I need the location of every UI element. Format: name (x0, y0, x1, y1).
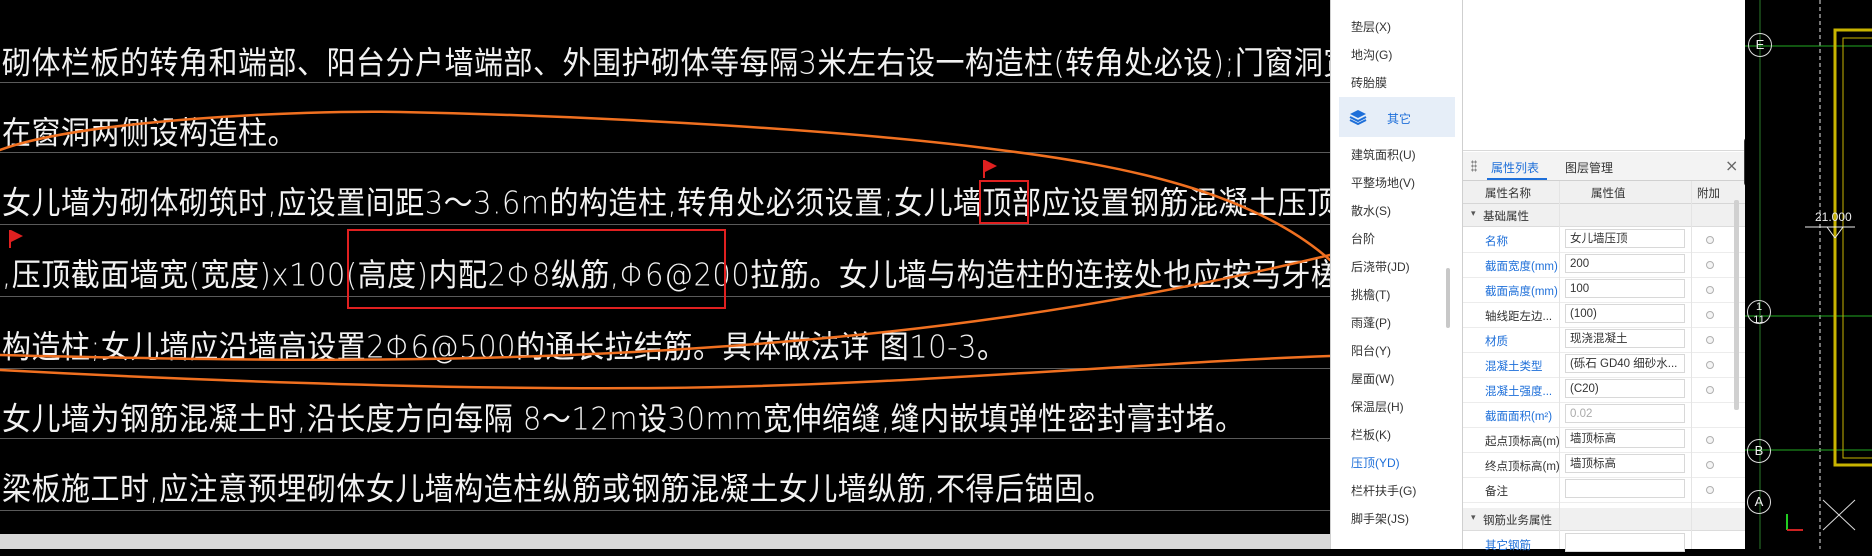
comp-item-zhuantaimo[interactable]: 砖胎膜 (1351, 74, 1387, 91)
tab-property-list[interactable]: 属性列表 (1491, 159, 1539, 176)
axis-label-e: E (1748, 33, 1772, 57)
prop-value-field[interactable]: 200 (1565, 254, 1685, 273)
component-sidebar: 垫层(X) 地沟(G) 砖胎膜 其它 建筑面积(U) 平整场地(V) 散水(S)… (1330, 0, 1463, 549)
comp-item[interactable]: 屋面(W) (1351, 370, 1394, 387)
prop-extra-checkbox[interactable] (1706, 236, 1714, 244)
prop-row-offset: 轴线距左边... (100) (1463, 302, 1746, 328)
comp-item-digou[interactable]: 地沟(G) (1351, 46, 1392, 63)
prop-value-field[interactable] (1565, 533, 1685, 552)
prop-extra-checkbox[interactable] (1706, 311, 1714, 319)
preview-area (1463, 0, 1746, 151)
comp-item[interactable]: 栏杆扶手(G) (1351, 482, 1416, 499)
prop-value-field[interactable]: (砾石 GD40 细砂水... (1565, 354, 1685, 373)
comp-item[interactable]: 保温层(H) (1351, 398, 1404, 415)
drawing-lines (1745, 0, 1872, 549)
sidebar-scrollbar[interactable] (1446, 268, 1450, 328)
prop-name: 混凝土类型 (1485, 361, 1543, 373)
comp-item[interactable]: 栏板(K) (1351, 426, 1391, 443)
bottom-status-strip (0, 534, 1330, 549)
section-rebar-properties[interactable]: ▾ 钢筋业务属性 (1463, 508, 1746, 531)
prop-row-material: 材质 现浇混凝土 (1463, 327, 1746, 353)
property-scrollbar[interactable] (1734, 200, 1739, 410)
comp-item[interactable]: 建筑面积(U) (1351, 146, 1416, 163)
axis-label-a: A (1747, 490, 1771, 514)
comp-item[interactable]: 平整场地(V) (1351, 174, 1415, 191)
prop-value-field[interactable]: 100 (1565, 279, 1685, 298)
prop-value-field: 0.02 (1565, 404, 1685, 423)
layers-icon (1349, 110, 1367, 125)
cad-text-canvas[interactable]: 砌体栏板的转角和端部、阳台分户墙端部、外围护砌体等每隔3米左右设一构造柱(转角处… (0, 0, 1330, 549)
prop-extra-checkbox[interactable] (1706, 436, 1714, 444)
property-tabs: 属性列表 图层管理 × (1463, 152, 1746, 181)
section-label: 基础属性 (1483, 211, 1529, 223)
prop-extra-checkbox[interactable] (1706, 361, 1714, 369)
comp-item-dianceng[interactable]: 垫层(X) (1351, 18, 1391, 35)
tab-layer-management[interactable]: 图层管理 (1565, 159, 1613, 176)
comp-item[interactable]: 雨蓬(P) (1351, 314, 1391, 331)
property-table-header: 属性名称 属性值 附加 (1463, 181, 1746, 204)
prop-value-field[interactable]: (C20) (1565, 379, 1685, 398)
active-tab-indicator (1487, 178, 1547, 180)
prop-row-height: 截面高度(mm) 100 (1463, 277, 1746, 303)
column-divider (1691, 181, 1692, 549)
collapse-arrow-icon: ▾ (1471, 513, 1476, 523)
prop-row-section-area: 截面面积(m²) 0.02 (1463, 402, 1746, 428)
freehand-annotation (0, 110, 1330, 390)
elevation-label: 21.000 (1815, 210, 1852, 224)
prop-name: 材质 (1485, 336, 1508, 348)
property-panel: 属性列表 图层管理 × 属性名称 属性值 附加 ▾ 基础属性 名称 女儿墙压顶 … (1462, 0, 1746, 552)
axis-label-b: B (1747, 439, 1771, 463)
comp-item[interactable]: 挑檐(T) (1351, 286, 1390, 303)
prop-name: 混凝土强度... (1485, 386, 1553, 398)
comp-item-yading-active[interactable]: 压顶(YD) (1351, 454, 1400, 471)
prop-extra-checkbox[interactable] (1706, 261, 1714, 269)
prop-name: 终点顶标高(m) (1485, 461, 1560, 473)
prop-name: 名称 (1485, 236, 1508, 248)
comp-group-label: 其它 (1387, 112, 1412, 126)
comp-group-other[interactable]: 其它 (1339, 97, 1455, 137)
prop-extra-checkbox[interactable] (1706, 386, 1714, 394)
prop-name: 截面面积(m²) (1485, 411, 1553, 423)
prop-row-concrete-type: 混凝土类型 (砾石 GD40 细砂水... (1463, 352, 1746, 378)
close-icon[interactable]: × (1725, 156, 1738, 175)
prop-extra-checkbox[interactable] (1706, 486, 1714, 494)
prop-row-other-rebar: 其它钢筋 (1463, 531, 1746, 556)
prop-row-start-elev: 起点顶标高(m) 墙顶标高 (1463, 427, 1746, 453)
section-label: 钢筋业务属性 (1483, 515, 1552, 527)
prop-value-field[interactable]: 现浇混凝土 (1565, 329, 1685, 348)
comp-item[interactable]: 后浇带(JD) (1351, 258, 1410, 275)
drag-handle-icon[interactable] (1471, 160, 1477, 172)
prop-name: 截面宽度(mm) (1485, 261, 1558, 273)
comp-item[interactable]: 脚手架(JS) (1351, 510, 1409, 527)
collapse-arrow-icon: ▾ (1471, 209, 1476, 219)
prop-row-name: 名称 女儿墙压顶 (1463, 227, 1746, 253)
prop-name: 备注 (1485, 486, 1508, 498)
comp-item[interactable]: 阳台(Y) (1351, 342, 1391, 359)
axis-label-1: 1 11 (1747, 300, 1771, 326)
prop-value-field[interactable]: 墙顶标高 (1565, 454, 1685, 473)
prop-value-field[interactable]: (100) (1565, 304, 1685, 323)
prop-name: 其它钢筋 (1485, 540, 1531, 552)
column-divider (1559, 181, 1560, 549)
col-header-extra: 附加 (1697, 188, 1720, 200)
prop-value-field[interactable] (1565, 479, 1685, 498)
prop-value-field[interactable]: 墙顶标高 (1565, 429, 1685, 448)
prop-row-concrete-strength: 混凝土强度... (C20) (1463, 377, 1746, 403)
comp-item[interactable]: 散水(S) (1351, 202, 1391, 219)
section-basic-properties[interactable]: ▾ 基础属性 (1463, 204, 1746, 227)
prop-row-remark: 备注 (1463, 477, 1746, 503)
prop-name: 起点顶标高(m) (1485, 436, 1560, 448)
prop-row-width: 截面宽度(mm) 200 (1463, 252, 1746, 278)
col-header-name: 属性名称 (1485, 188, 1531, 200)
prop-row-end-elev: 终点顶标高(m) 墙顶标高 (1463, 452, 1746, 478)
prop-extra-checkbox[interactable] (1706, 336, 1714, 344)
prop-name: 截面高度(mm) (1485, 286, 1558, 298)
col-header-value: 属性值 (1591, 188, 1626, 200)
prop-extra-checkbox[interactable] (1706, 461, 1714, 469)
prop-value-field[interactable]: 女儿墙压顶 (1565, 229, 1685, 248)
prop-extra-checkbox[interactable] (1706, 286, 1714, 294)
comp-item[interactable]: 台阶 (1351, 230, 1375, 247)
prop-name: 轴线距左边... (1485, 311, 1553, 323)
cad-drawing-view[interactable]: E 1 11 B A 21.000 (1745, 0, 1872, 549)
